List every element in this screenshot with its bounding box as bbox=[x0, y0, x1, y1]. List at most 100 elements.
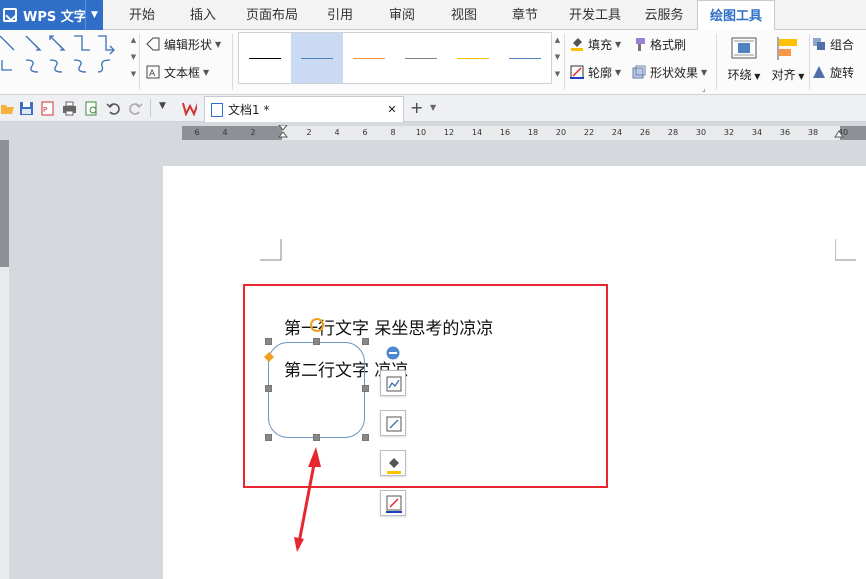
line-style-option[interactable] bbox=[291, 33, 343, 83]
open-folder-icon[interactable] bbox=[0, 101, 15, 116]
line-style-option[interactable] bbox=[447, 33, 499, 83]
tab-view[interactable]: 视图 bbox=[436, 0, 492, 30]
fill-bucket-icon bbox=[570, 37, 584, 51]
line-style-swatch bbox=[457, 58, 489, 59]
line-style-swatch bbox=[353, 58, 385, 59]
dialog-launcher-icon[interactable]: ⌟ bbox=[702, 84, 706, 93]
redo-icon[interactable] bbox=[128, 101, 143, 116]
tab-list-chevron-icon[interactable]: ▼ bbox=[430, 103, 436, 112]
curved-connector-icon bbox=[25, 59, 39, 73]
line-style-swatch bbox=[509, 58, 541, 59]
tab-insert[interactable]: 插入 bbox=[174, 0, 232, 30]
resize-handle[interactable] bbox=[265, 385, 272, 392]
shape-effect-button[interactable]: 形状效果 ▼ bbox=[632, 62, 707, 82]
resize-handle[interactable] bbox=[362, 434, 369, 441]
line-shape-icon bbox=[0, 35, 15, 51]
tab-section[interactable]: 章节 bbox=[497, 0, 553, 30]
resize-handle[interactable] bbox=[313, 434, 320, 441]
outline-button[interactable]: 轮廓 ▼ bbox=[570, 62, 621, 82]
collapse-minus-icon[interactable] bbox=[386, 346, 400, 360]
wps-logo-icon bbox=[3, 8, 17, 22]
line-shapes-gallery[interactable] bbox=[0, 34, 126, 84]
rotate-icon bbox=[812, 65, 826, 79]
line-style-option[interactable] bbox=[343, 33, 395, 83]
adjust-handle-icon[interactable] bbox=[264, 352, 274, 362]
format-painter-icon bbox=[632, 37, 646, 51]
tab-references[interactable]: 引用 bbox=[312, 0, 368, 30]
shape-style-button[interactable] bbox=[380, 410, 406, 436]
print-icon[interactable] bbox=[62, 101, 77, 116]
document-tab-title: 文档1 * bbox=[228, 103, 270, 117]
tab-drawing-tools[interactable]: 绘图工具 bbox=[697, 0, 775, 31]
curved-double-arrow-icon bbox=[73, 59, 87, 73]
vertical-ruler[interactable] bbox=[0, 140, 9, 579]
edit-shape-button[interactable]: 编辑形状 ▼ bbox=[146, 34, 221, 54]
format-painter-label: 格式刷 bbox=[650, 37, 687, 52]
tab-page-layout[interactable]: 页面布局 bbox=[236, 0, 308, 30]
shape-fill-button[interactable] bbox=[380, 450, 406, 476]
new-tab-plus-icon[interactable]: + bbox=[410, 98, 423, 117]
app-title: WPS 文字 bbox=[23, 9, 87, 25]
line-style-option[interactable] bbox=[499, 33, 551, 83]
layout-options-button[interactable] bbox=[380, 370, 406, 396]
group-button[interactable]: 组合 bbox=[812, 34, 854, 54]
shape-outline-button[interactable] bbox=[380, 490, 406, 516]
resize-handle[interactable] bbox=[265, 338, 272, 345]
tab-cloud[interactable]: 云服务 bbox=[634, 0, 694, 30]
freeform-curve-icon bbox=[97, 59, 111, 73]
resize-handle[interactable] bbox=[362, 338, 369, 345]
layout-chart-icon bbox=[386, 376, 402, 392]
edit-shape-icon bbox=[146, 37, 160, 51]
group-icon bbox=[812, 37, 826, 51]
wrap-button[interactable]: 环绕 ▼ bbox=[723, 36, 765, 83]
shape-effect-label: 形状效果 bbox=[650, 65, 699, 80]
wrap-label: 环绕 bbox=[727, 68, 752, 82]
rotate-handle-icon[interactable] bbox=[309, 317, 325, 333]
text-box-button[interactable]: A 文本框 ▼ bbox=[146, 62, 209, 82]
fill-button[interactable]: 填充 ▼ bbox=[570, 34, 621, 54]
save-icon[interactable] bbox=[19, 101, 34, 116]
elbow-connector-icon bbox=[74, 35, 90, 51]
customize-toolbar-chevron-icon[interactable]: ▼ bbox=[159, 101, 166, 111]
align-button[interactable]: 对齐 ▼ bbox=[767, 36, 809, 83]
line-style-swatch bbox=[249, 58, 281, 59]
resize-handle[interactable] bbox=[265, 434, 272, 441]
text-box-label: 文本框 bbox=[164, 65, 201, 80]
style-gallery-scroll[interactable]: ▲ ▼ ▼ bbox=[553, 32, 562, 84]
right-indent-marker-icon[interactable] bbox=[834, 125, 844, 141]
outline-pen-icon bbox=[570, 65, 584, 79]
wrap-text-icon bbox=[731, 36, 757, 62]
resize-handle[interactable] bbox=[362, 385, 369, 392]
document-icon bbox=[211, 102, 223, 117]
indent-marker-icon[interactable] bbox=[278, 125, 288, 141]
curved-arrow-connector-icon bbox=[49, 59, 63, 73]
rounded-rectangle-shape[interactable] bbox=[268, 342, 365, 438]
export-pdf-icon[interactable]: P bbox=[40, 101, 55, 116]
fill-label: 填充 bbox=[588, 37, 613, 52]
page-margin-corner-top-left bbox=[260, 239, 282, 261]
format-painter-button[interactable]: 格式刷 bbox=[632, 34, 686, 54]
undo-icon[interactable] bbox=[106, 101, 121, 116]
page-margin-corner-top-right bbox=[835, 239, 856, 261]
horizontal-ruler[interactable]: 6 4 2 2 4 6 8 10 12 14 16 18 20 22 24 26… bbox=[182, 125, 866, 141]
rotate-button[interactable]: 旋转 bbox=[812, 62, 854, 82]
line-style-option[interactable] bbox=[239, 33, 291, 83]
print-preview-icon[interactable] bbox=[84, 101, 99, 116]
document-tab[interactable]: 文档1 * ✕ bbox=[204, 96, 404, 122]
gallery-scroll[interactable]: ▲ ▼ ▼ bbox=[129, 32, 138, 84]
tab-developer[interactable]: 开发工具 bbox=[561, 0, 629, 30]
line-style-swatch bbox=[405, 58, 437, 59]
line-style-option[interactable] bbox=[395, 33, 447, 83]
close-icon[interactable]: ✕ bbox=[385, 103, 399, 116]
svg-text:A: A bbox=[149, 69, 156, 79]
resize-handle[interactable] bbox=[313, 338, 320, 345]
chevron-down-icon[interactable]: ▼ bbox=[85, 0, 103, 30]
line-style-gallery[interactable] bbox=[238, 32, 552, 84]
svg-text:P: P bbox=[43, 106, 47, 114]
group-label: 组合 bbox=[830, 37, 855, 52]
tab-home[interactable]: 开始 bbox=[112, 0, 172, 30]
menu-tab-bar: WPS 文字 ▼ 开始 插入 页面布局 引用 审阅 视图 章节 开发工具 云服务… bbox=[0, 0, 866, 31]
wps-w-logo-icon[interactable] bbox=[182, 101, 197, 116]
wps-app-menu-button[interactable]: WPS 文字 ▼ bbox=[0, 0, 103, 30]
tab-review[interactable]: 审阅 bbox=[374, 0, 430, 30]
